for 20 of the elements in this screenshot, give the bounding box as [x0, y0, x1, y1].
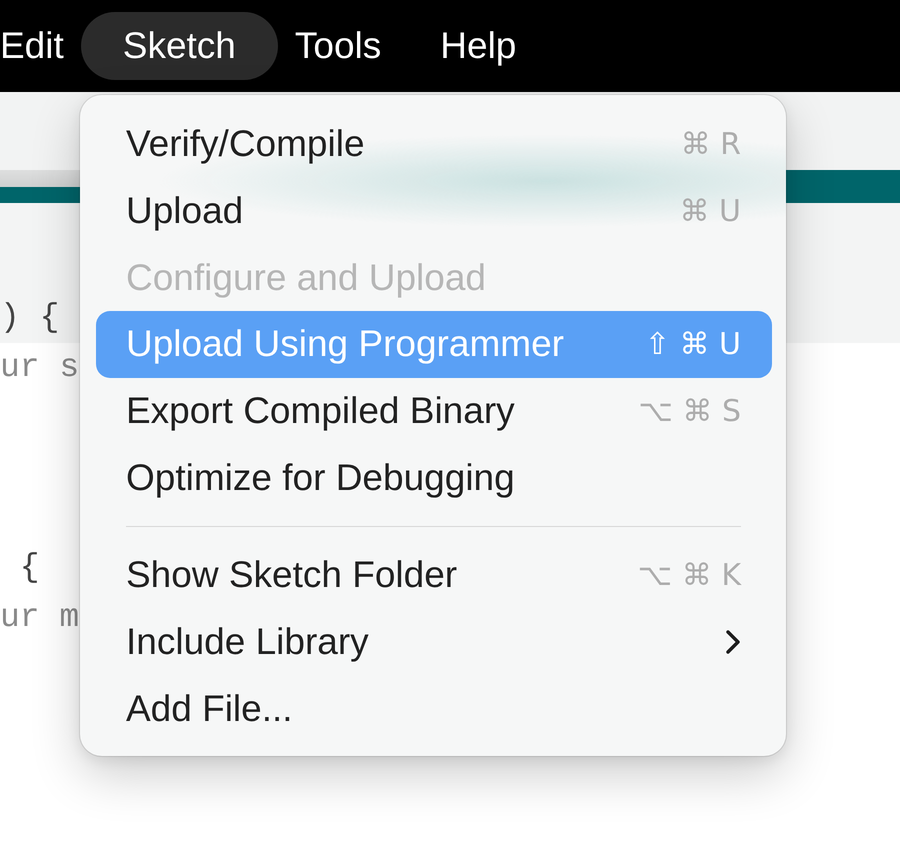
keyboard-shortcut: ⌘ R: [680, 126, 741, 162]
menu-bar-item[interactable]: Help: [440, 12, 516, 80]
keyboard-shortcut: ⌘ U: [680, 194, 741, 229]
menu-bar-item[interactable]: Tools: [294, 12, 382, 80]
keyboard-shortcut: ⇧ ⌘ U: [644, 326, 741, 362]
code-text: ) {: [0, 298, 60, 338]
menu-item[interactable]: Include Library: [96, 608, 772, 676]
code-text: ur m: [0, 598, 80, 638]
menu-item[interactable]: Verify/Compile ⌘ R: [96, 111, 772, 178]
menu-item[interactable]: Add File...: [96, 676, 772, 742]
code-text: ur s: [0, 348, 80, 388]
menu-bar-item[interactable]: Sketch: [80, 12, 278, 80]
code-text: {: [18, 548, 40, 588]
menu-item[interactable]: Optimize for Debugging: [96, 444, 772, 512]
keyboard-shortcut: ⌥ ⌘ K: [638, 558, 741, 593]
menu-item[interactable]: Export Compiled Binary ⌥ ⌘ S: [96, 378, 772, 444]
menu-item[interactable]: Show Sketch Folder ⌥ ⌘ K: [96, 542, 772, 609]
keyboard-shortcut: ⌥ ⌘ S: [638, 394, 741, 429]
menu-bar-item[interactable]: Edit: [0, 12, 64, 80]
menu-item[interactable]: Upload ⌘ U: [96, 178, 772, 244]
